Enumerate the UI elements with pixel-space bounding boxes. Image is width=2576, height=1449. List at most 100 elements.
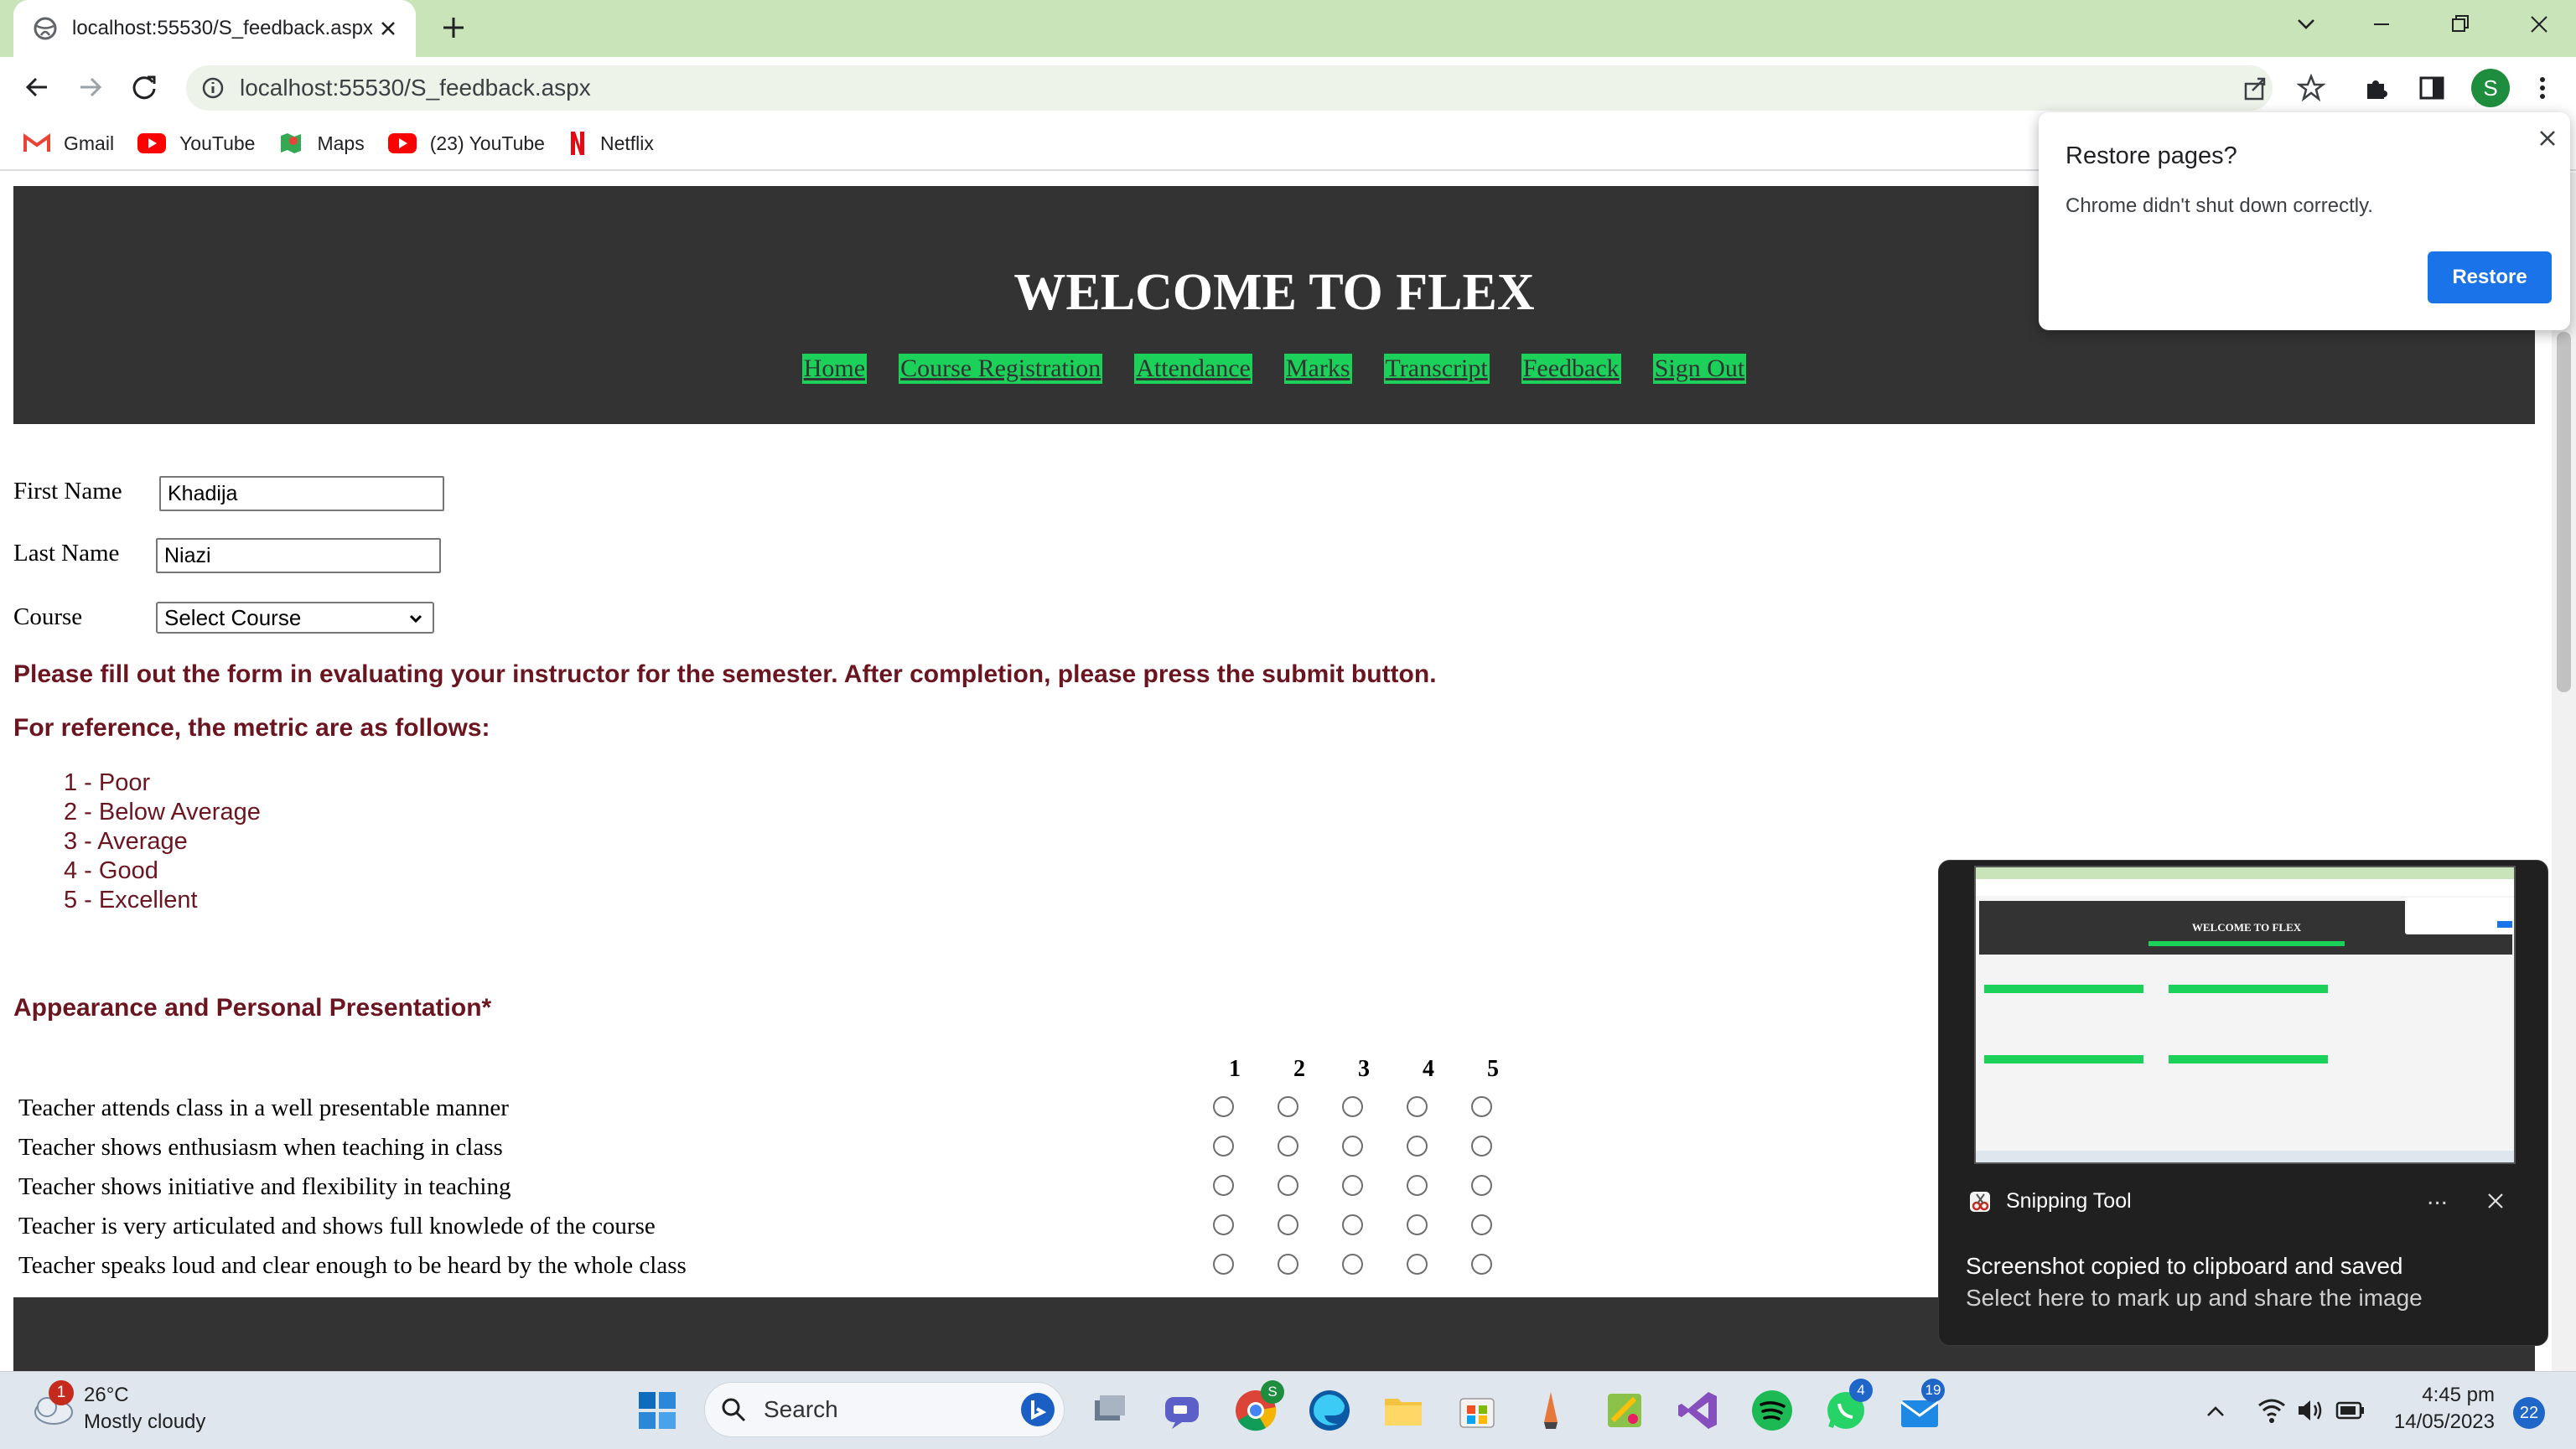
notification-count[interactable]: 22 bbox=[2513, 1397, 2545, 1429]
volume-icon[interactable] bbox=[2295, 1395, 2325, 1426]
tab-search-chevron-icon[interactable] bbox=[2294, 12, 2319, 37]
close-icon[interactable] bbox=[2485, 1191, 2506, 1211]
battery-icon[interactable] bbox=[2335, 1399, 2366, 1422]
rating-radio[interactable] bbox=[1342, 1254, 1363, 1275]
rating-radio[interactable] bbox=[1342, 1175, 1363, 1196]
bookmark-youtube[interactable]: YouTube bbox=[137, 132, 255, 155]
weather-description[interactable]: Mostly cloudy bbox=[84, 1410, 205, 1434]
course-label: Course bbox=[13, 603, 83, 630]
back-arrow-icon[interactable] bbox=[20, 70, 54, 104]
rating-radio[interactable] bbox=[1278, 1096, 1298, 1117]
browser-tab[interactable]: localhost:55530/S_feedback.aspx bbox=[13, 0, 416, 57]
question-text: Teacher speaks loud and clear enough to … bbox=[18, 1252, 687, 1279]
scale-header: 4 bbox=[1423, 1056, 1434, 1082]
question-text: Teacher shows enthusiasm when teaching i… bbox=[18, 1134, 503, 1161]
nav-sign-out[interactable]: Sign Out bbox=[1652, 354, 1747, 384]
pencil-app-icon[interactable] bbox=[1527, 1387, 1574, 1434]
windows-taskbar: 1 26°C Mostly cloudy Search S 4 19 4:45 … bbox=[0, 1371, 2576, 1449]
nav-marks[interactable]: Marks bbox=[1283, 354, 1352, 384]
mail-badge: 19 bbox=[1921, 1379, 1945, 1402]
weather-temperature[interactable]: 26°C bbox=[84, 1384, 129, 1407]
nav-feedback[interactable]: Feedback bbox=[1521, 354, 1621, 384]
tab-close-icon[interactable] bbox=[379, 19, 397, 38]
scrollbar-thumb[interactable] bbox=[2557, 332, 2571, 692]
bookmark-star-icon[interactable] bbox=[2297, 74, 2325, 102]
edge-icon[interactable] bbox=[1306, 1387, 1353, 1434]
bookmark-netflix[interactable]: Netflix bbox=[568, 130, 654, 157]
rating-radio[interactable] bbox=[1407, 1136, 1428, 1157]
minimize-icon[interactable] bbox=[2369, 12, 2394, 37]
new-tab-icon[interactable] bbox=[436, 10, 471, 45]
extensions-puzzle-icon[interactable] bbox=[2362, 74, 2391, 102]
site-info-icon[interactable] bbox=[201, 76, 225, 100]
profile-avatar[interactable]: S bbox=[2471, 69, 2510, 107]
rating-radio[interactable] bbox=[1471, 1175, 1492, 1196]
first-name-input[interactable]: Khadija bbox=[159, 476, 444, 511]
question-text: Teacher shows initiative and flexibility… bbox=[18, 1173, 511, 1200]
rating-radio[interactable] bbox=[1278, 1175, 1298, 1196]
restore-window-icon[interactable] bbox=[2448, 12, 2473, 37]
share-icon[interactable] bbox=[2242, 74, 2270, 102]
task-view-icon[interactable] bbox=[1086, 1387, 1133, 1434]
wifi-icon[interactable] bbox=[2257, 1395, 2287, 1426]
close-icon[interactable] bbox=[2537, 127, 2558, 149]
bookmark-youtube-23[interactable]: (23) YouTube bbox=[387, 132, 545, 155]
rating-radio[interactable] bbox=[1471, 1096, 1492, 1117]
restore-title: Restore pages? bbox=[2065, 142, 2237, 169]
nav-transcript[interactable]: Transcript bbox=[1383, 354, 1490, 384]
rating-radio[interactable] bbox=[1407, 1254, 1428, 1275]
globe-icon bbox=[34, 17, 57, 40]
rating-radio[interactable] bbox=[1213, 1254, 1234, 1275]
nav-attendance[interactable]: Attendance bbox=[1134, 354, 1252, 384]
file-explorer-icon[interactable] bbox=[1380, 1387, 1427, 1434]
teams-chat-icon[interactable] bbox=[1158, 1387, 1205, 1434]
rating-radio[interactable] bbox=[1278, 1136, 1298, 1157]
rating-radio[interactable] bbox=[1407, 1096, 1428, 1117]
rating-radio[interactable] bbox=[1342, 1214, 1363, 1235]
chrome-menu-icon[interactable] bbox=[2528, 74, 2557, 102]
forward-arrow-icon[interactable] bbox=[74, 70, 107, 104]
course-select[interactable]: Select Course bbox=[156, 602, 434, 634]
rating-radio[interactable] bbox=[1342, 1136, 1363, 1157]
rating-radio[interactable] bbox=[1278, 1254, 1298, 1275]
snipping-tool-notification[interactable]: WELCOME TO FLEX Snipping Tool ... Screen… bbox=[1938, 860, 2548, 1346]
close-window-icon[interactable] bbox=[2527, 12, 2552, 37]
tab-strip: localhost:55530/S_feedback.aspx bbox=[0, 0, 2576, 57]
rating-radio[interactable] bbox=[1471, 1136, 1492, 1157]
rating-radio[interactable] bbox=[1278, 1214, 1298, 1235]
weather-badge: 1 bbox=[49, 1380, 74, 1405]
more-options-icon[interactable]: ... bbox=[2427, 1182, 2448, 1211]
page-scrollbar[interactable] bbox=[2552, 173, 2576, 1371]
paint-app-icon[interactable] bbox=[1601, 1387, 1648, 1434]
rating-radio[interactable] bbox=[1471, 1254, 1492, 1275]
spotify-icon[interactable] bbox=[1749, 1387, 1796, 1434]
clock-time[interactable]: 4:45 pm bbox=[2394, 1384, 2495, 1407]
rating-radio[interactable] bbox=[1471, 1214, 1492, 1235]
visual-studio-icon[interactable] bbox=[1675, 1387, 1722, 1434]
side-panel-icon[interactable] bbox=[2418, 74, 2446, 102]
windows-start-icon[interactable] bbox=[634, 1387, 681, 1434]
toast-message: Screenshot copied to clipboard and saved bbox=[1966, 1253, 2403, 1279]
taskbar-search[interactable]: Search bbox=[704, 1382, 1065, 1437]
reload-icon[interactable] bbox=[127, 70, 161, 104]
bookmark-gmail[interactable]: Gmail bbox=[23, 132, 114, 155]
microsoft-store-icon[interactable] bbox=[1454, 1387, 1501, 1434]
last-name-input[interactable]: Niazi bbox=[156, 538, 441, 573]
nav-home[interactable]: Home bbox=[801, 354, 868, 384]
nav-course-registration[interactable]: Course Registration bbox=[899, 354, 1103, 384]
metric-item: 1 - Poor bbox=[64, 769, 151, 796]
rating-radio[interactable] bbox=[1213, 1175, 1234, 1196]
bookmark-maps[interactable]: Maps bbox=[278, 131, 365, 156]
rating-radio[interactable] bbox=[1213, 1214, 1234, 1235]
rating-radio[interactable] bbox=[1213, 1136, 1234, 1157]
rating-radio[interactable] bbox=[1213, 1096, 1234, 1117]
rating-radio[interactable] bbox=[1407, 1175, 1428, 1196]
rating-radio[interactable] bbox=[1407, 1214, 1428, 1235]
restore-button[interactable]: Restore bbox=[2428, 251, 2552, 303]
screenshot-thumbnail[interactable]: WELCOME TO FLEX bbox=[1974, 866, 2516, 1164]
chevron-up-icon[interactable] bbox=[2203, 1399, 2228, 1424]
rating-radio[interactable] bbox=[1342, 1096, 1363, 1117]
clock-date[interactable]: 14/05/2023 bbox=[2386, 1410, 2495, 1434]
address-bar[interactable]: localhost:55530/S_feedback.aspx bbox=[186, 65, 2273, 111]
netflix-icon bbox=[568, 130, 587, 157]
